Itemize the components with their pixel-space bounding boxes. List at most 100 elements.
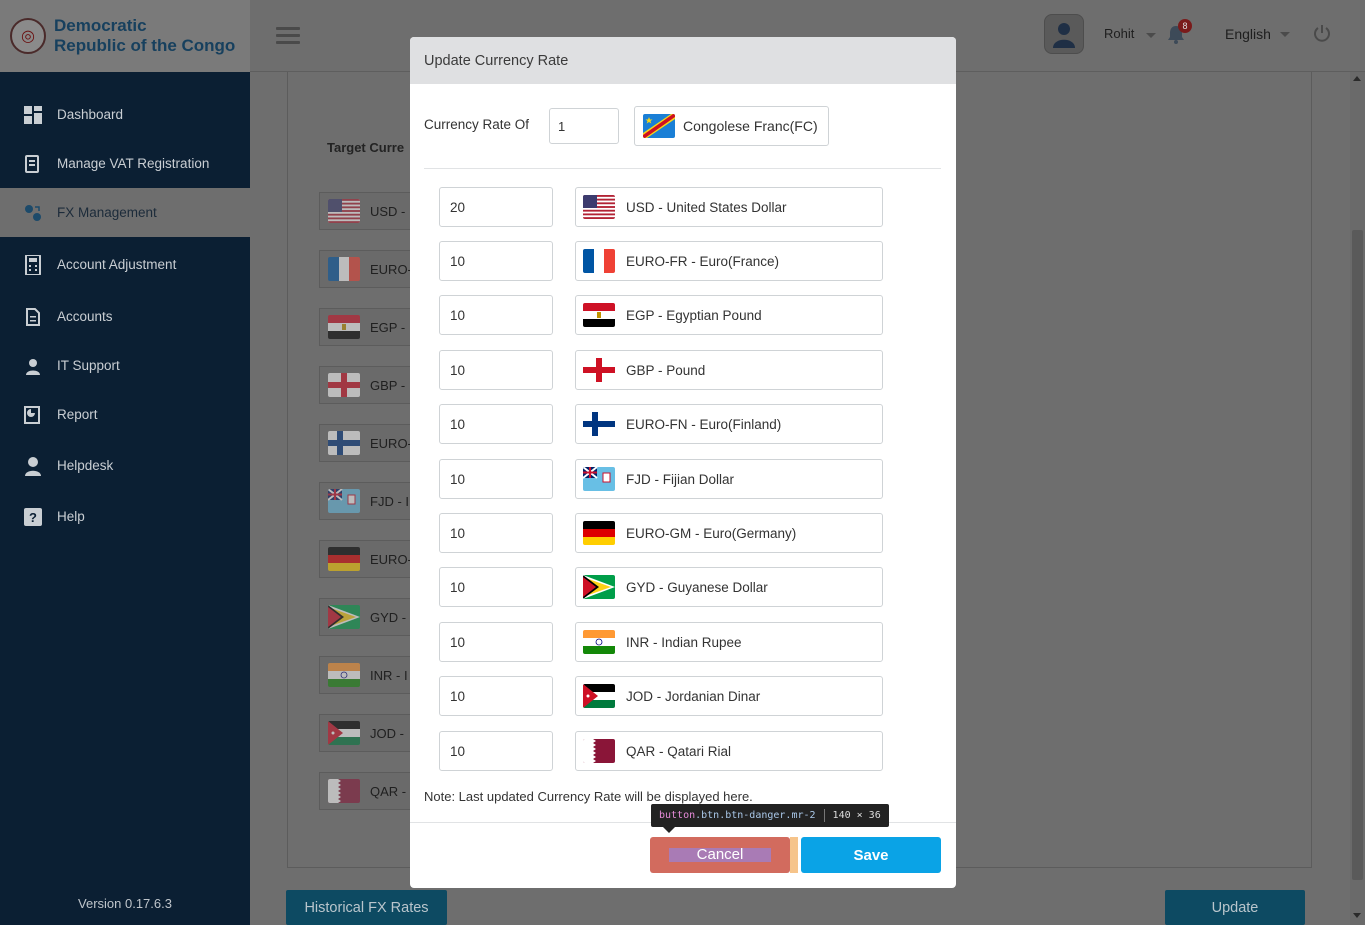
update-currency-rate-modal: Update Currency Rate Currency Rate Of Co… (410, 37, 956, 888)
tooltip-selector-classes: .btn.btn-danger.mr-2 (695, 810, 816, 821)
sidebar-item-helpdesk[interactable]: Helpdesk (0, 439, 250, 492)
rate-value-input[interactable] (439, 676, 553, 716)
target-currency-label: EGP - Egyptian Pound (626, 307, 762, 323)
background-currency-label: EURO- (370, 435, 411, 451)
rate-value-input[interactable] (439, 459, 553, 499)
modal-title: Update Currency Rate (410, 37, 956, 84)
currency-flag-icon (328, 199, 360, 223)
sidebar-item-label: Account Adjustment (57, 257, 177, 272)
tooltip-arrow (663, 827, 675, 833)
save-button[interactable]: Save (801, 837, 941, 873)
target-currency-field[interactable]: USD - United States Dollar (575, 187, 883, 227)
username[interactable]: Rohit (1104, 26, 1134, 41)
update-button[interactable]: Update (1165, 890, 1305, 925)
target-currency-field[interactable]: QAR - Qatari Rial (575, 731, 883, 771)
background-currency-row: GYD - (319, 598, 411, 636)
currency-flag-icon (328, 721, 360, 745)
rate-value-input[interactable] (439, 350, 553, 390)
scroll-down-arrow-icon[interactable] (1353, 913, 1361, 918)
rate-value-input[interactable] (439, 513, 553, 553)
base-currency-field[interactable]: Congolese Franc(FC) (634, 106, 829, 146)
target-currency-field[interactable]: EGP - Egyptian Pound (575, 295, 883, 335)
background-currency-label: INR - I (370, 667, 408, 683)
brand-name-line1: Democratic (54, 16, 147, 35)
target-currency-field[interactable]: EURO-FN - Euro(Finland) (575, 404, 883, 444)
scrollbar-thumb[interactable] (1352, 230, 1363, 880)
base-amount-input[interactable] (549, 108, 619, 144)
target-currency-field[interactable]: EURO-GM - Euro(Germany) (575, 513, 883, 553)
hamburger-menu-icon[interactable] (276, 27, 300, 48)
sidebar-item-label: Helpdesk (57, 458, 114, 473)
sidebar-item-account-adjustment[interactable]: Account Adjustment (0, 237, 250, 292)
help-icon: ? (24, 507, 42, 526)
rate-value-input[interactable] (439, 567, 553, 607)
sidebar-item-label: Accounts (57, 309, 113, 324)
sidebar-item-manage-vat-registration[interactable]: Manage VAT Registration (0, 139, 250, 188)
fi-flag-icon (583, 412, 615, 436)
sidebar-item-label: Manage VAT Registration (57, 156, 210, 171)
cancel-button[interactable]: Cancel (650, 837, 790, 873)
historical-fx-rates-button[interactable]: Historical FX Rates (286, 890, 447, 925)
sidebar-item-label: IT Support (57, 358, 120, 373)
user-avatar-icon (1053, 23, 1075, 48)
currency-flag-icon (328, 779, 360, 803)
power-icon[interactable] (1313, 24, 1331, 47)
scroll-up-arrow-icon[interactable] (1353, 76, 1361, 81)
rate-value-input[interactable] (439, 731, 553, 771)
user-chevron-down-icon[interactable] (1146, 33, 1156, 38)
target-currency-field[interactable]: JOD - Jordanian Dinar (575, 676, 883, 716)
target-currency-field[interactable]: EURO-FR - Euro(France) (575, 241, 883, 281)
devtools-element-tooltip: button .btn.btn-danger.mr-2 140 × 36 (651, 804, 889, 827)
coat-of-arms-logo: ◎ (10, 18, 46, 54)
sidebar-item-dashboard[interactable]: Dashboard (0, 90, 250, 139)
background-currency-row: EURO- (319, 250, 411, 288)
sidebar-nav: Dashboard Manage VAT Registration FX Man… (0, 90, 250, 541)
tooltip-separator (823, 809, 825, 822)
en-flag-icon (583, 358, 615, 382)
tooltip-size: 140 × 36 (832, 810, 881, 821)
language-chevron-down-icon[interactable] (1280, 32, 1290, 37)
tooltip-selector-tag: button (659, 810, 696, 821)
fx-icon (24, 204, 42, 222)
brand[interactable]: ◎ Democratic Republic of the Congo (0, 0, 250, 72)
background-currency-row: USD - (319, 192, 411, 230)
rate-value-input[interactable] (439, 404, 553, 444)
sidebar-item-report[interactable]: Report (0, 390, 250, 439)
currency-flag-icon (328, 547, 360, 571)
document-icon (24, 307, 42, 326)
rate-value-input[interactable] (439, 295, 553, 335)
dashboard-icon (24, 105, 42, 124)
rate-value-input[interactable] (439, 187, 553, 227)
currency-flag-icon (328, 315, 360, 339)
language-selector[interactable]: English (1225, 26, 1271, 42)
background-currency-label: GBP - (370, 377, 406, 393)
target-currency-field[interactable]: INR - Indian Rupee (575, 622, 883, 662)
sidebar-item-it-support[interactable]: IT Support (0, 341, 250, 390)
background-currency-row: QAR - (319, 772, 411, 810)
target-currency-field[interactable]: GBP - Pound (575, 350, 883, 390)
divider (424, 168, 941, 169)
brand-name: Democratic Republic of the Congo (54, 16, 235, 56)
sidebar-item-fx-management[interactable]: FX Management (0, 188, 250, 237)
avatar[interactable] (1044, 14, 1084, 54)
target-currency-label: JOD - Jordanian Dinar (626, 688, 761, 704)
background-currency-label: EURO- (370, 261, 411, 277)
currency-flag-icon (328, 257, 360, 281)
background-currency-row: JOD - (319, 714, 411, 752)
background-currency-row: EURO- (319, 540, 411, 578)
background-currency-label: EURO- (370, 551, 411, 567)
sidebar-item-label: Dashboard (57, 107, 124, 122)
sidebar-item-help[interactable]: ? Help (0, 492, 250, 541)
rate-value-input[interactable] (439, 622, 553, 662)
sidebar-item-accounts[interactable]: Accounts (0, 292, 250, 341)
target-currency-label: GYD - Guyanese Dollar (626, 579, 768, 595)
eg-flag-icon (583, 303, 615, 327)
currency-flag-icon (328, 431, 360, 455)
target-currency-field[interactable]: GYD - Guyanese Dollar (575, 567, 883, 607)
background-currency-label: GYD - (370, 609, 407, 625)
sidebar-item-label: Help (57, 509, 85, 524)
target-currency-label: QAR - Qatari Rial (626, 743, 732, 759)
svg-text:?: ? (29, 510, 37, 525)
target-currency-field[interactable]: FJD - Fijian Dollar (575, 459, 883, 499)
rate-value-input[interactable] (439, 241, 553, 281)
